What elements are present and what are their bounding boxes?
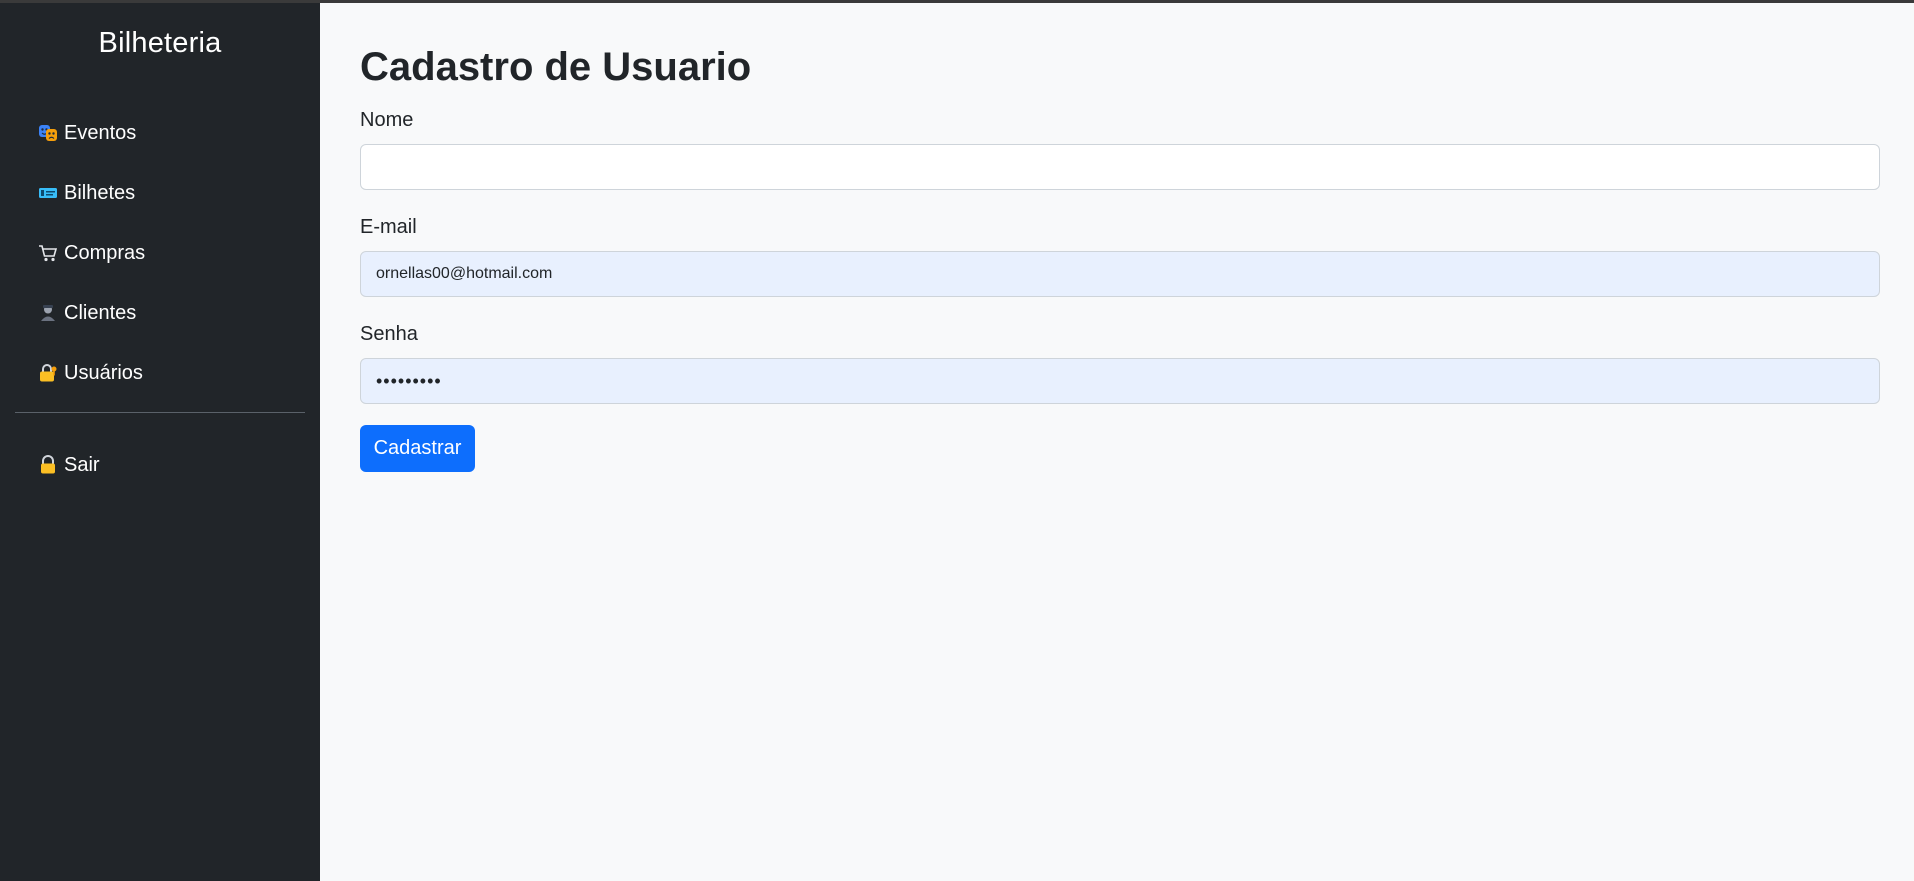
main-content: Cadastro de Usuario Nome E-mail Senha Ca… [320, 3, 1914, 881]
sidebar-item-compras[interactable]: Compras [0, 223, 320, 283]
brand-title: Bilheteria [98, 27, 222, 59]
page-title: Cadastro de Usuario [360, 45, 752, 89]
sidebar-item-label: Sair [64, 453, 100, 476]
sidebar-item-label: Clientes [64, 301, 137, 324]
sidebar-item-label: Bilhetes [64, 181, 136, 204]
sidebar-item-usuarios[interactable]: Usuários [0, 343, 320, 403]
submit-button[interactable]: Cadastrar [360, 425, 475, 472]
sidebar-item-label: Eventos [64, 121, 137, 144]
sidebar-divider [15, 412, 305, 413]
logout-area: Sair [0, 435, 320, 495]
sidebar-item-clientes[interactable]: Clientes [0, 283, 320, 343]
padlock-icon [38, 455, 58, 475]
email-label: E-mail [360, 216, 417, 238]
theater-masks-icon [38, 123, 58, 143]
person-icon [38, 303, 58, 323]
password-field[interactable] [360, 358, 1880, 404]
ticket-icon [38, 183, 58, 203]
sidebar-item-label: Compras [64, 241, 146, 264]
sidebar-nav: Eventos Bilhetes Compras Clientes Usuári… [0, 103, 320, 403]
name-field[interactable] [360, 144, 1880, 190]
shopping-cart-icon [38, 243, 58, 263]
sidebar-item-sair[interactable]: Sair [0, 435, 320, 495]
lock-key-icon [38, 363, 58, 383]
sidebar-item-eventos[interactable]: Eventos [0, 103, 320, 163]
sidebar-item-label: Usuários [64, 361, 143, 384]
sidebar-item-bilhetes[interactable]: Bilhetes [0, 163, 320, 223]
name-label: Nome [360, 109, 414, 131]
sidebar: Bilheteria Eventos Bilhetes Compras Clie… [0, 3, 320, 881]
password-label: Senha [360, 323, 418, 345]
email-field[interactable] [360, 251, 1880, 297]
